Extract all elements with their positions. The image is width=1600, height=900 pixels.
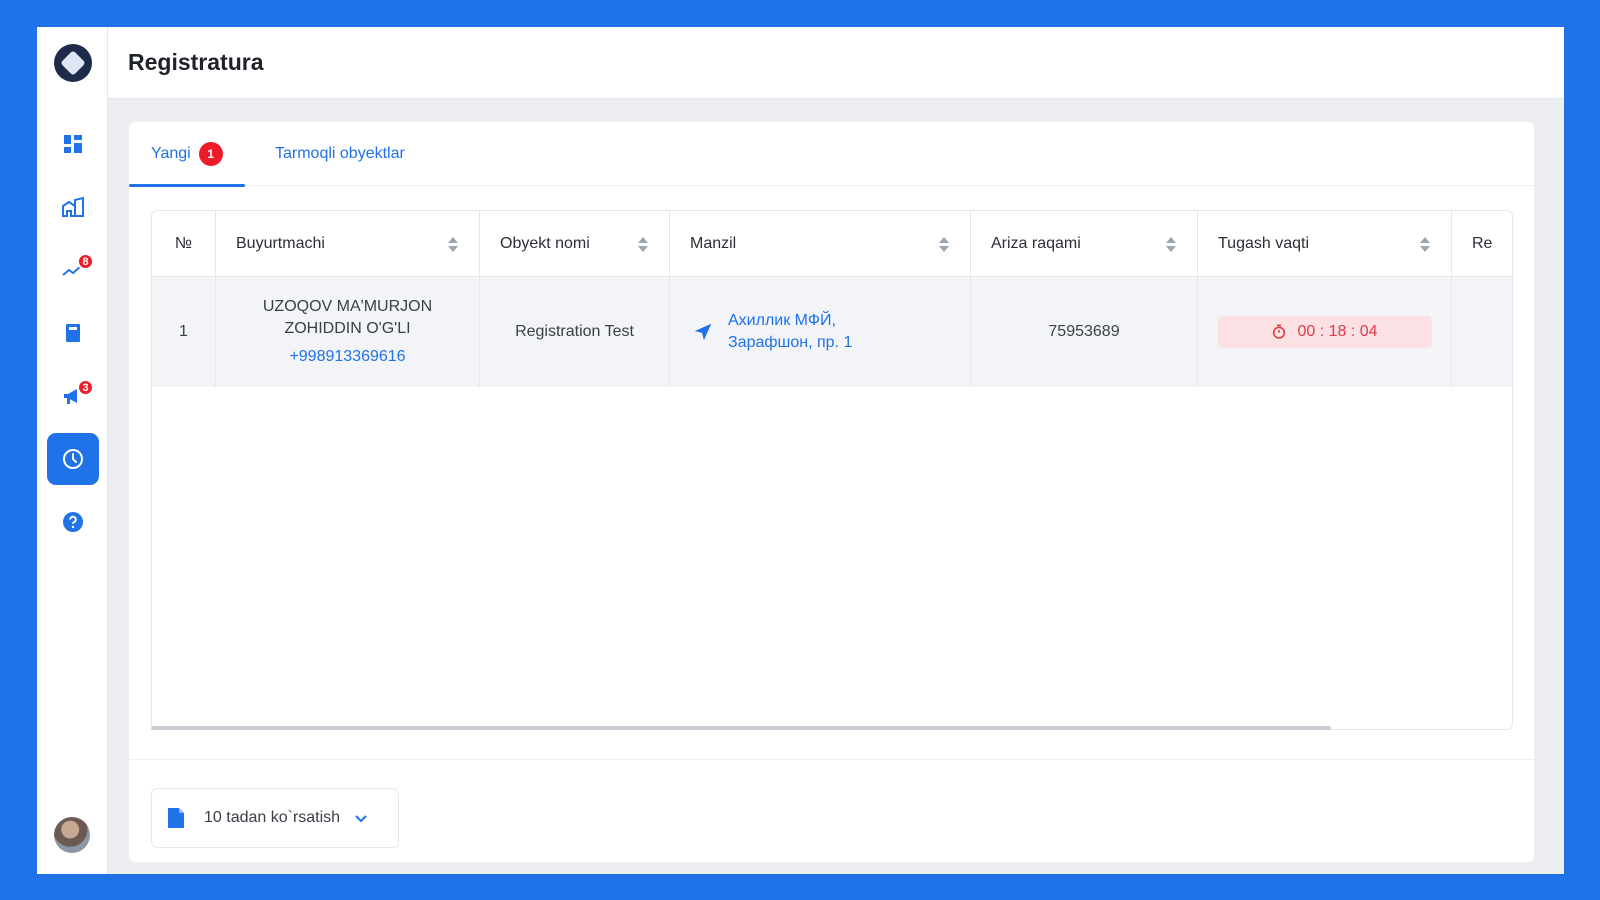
cell-truncated (1452, 277, 1512, 387)
countdown-timer: 00 : 18 : 04 (1217, 316, 1432, 348)
tab-label: Yangi (151, 145, 191, 162)
column-header-object-name[interactable]: Obyekt nomi (480, 211, 670, 277)
sort-icon[interactable] (1165, 236, 1177, 252)
app-logo[interactable] (54, 44, 92, 82)
buildings-icon (62, 196, 84, 217)
address-line1: Ахиллик МФЙ, (728, 312, 836, 329)
tab-label: Tarmoqli obyektlar (275, 145, 405, 162)
document-icon (168, 808, 184, 828)
tab-tarmoqli-obyektlar[interactable]: Tarmoqli obyektlar (275, 122, 405, 186)
tab-yangi[interactable]: Yangi 1 (129, 122, 245, 187)
column-label: Re (1472, 235, 1493, 252)
clock-icon (63, 449, 83, 469)
sidebar-item-buildings[interactable] (47, 181, 99, 233)
sidebar-badge: 8 (77, 253, 94, 270)
page-title: Registratura (128, 49, 264, 75)
customer-phone-link[interactable]: +998913369616 (289, 346, 405, 368)
footer-divider (129, 759, 1534, 760)
column-label: Buyurtmachi (236, 235, 325, 252)
chevron-down-icon (355, 815, 367, 823)
column-header-customer[interactable]: Buyurtmachi (216, 211, 480, 277)
page-size-label: 10 tadan ko`rsatish (204, 809, 341, 826)
app-window: 8 3 Registratura Yangi 1 Tarmoqli obyekt… (37, 27, 1564, 874)
column-label: Obyekt nomi (500, 235, 590, 252)
tab-bar: Yangi 1 Tarmoqli obyektlar (129, 122, 1534, 187)
cell-object-name: Registration Test (480, 277, 670, 387)
cell-address: Ахиллик МФЙ, Зарафшон, пр. 1 (670, 277, 971, 387)
table-row[interactable]: 1 UZOQOV MA'MURJON ZOHIDDIN O'G'LI +9989… (152, 277, 1512, 387)
sort-icon[interactable] (1419, 236, 1431, 252)
cell-number: 1 (152, 277, 216, 387)
page-size-select[interactable]: 10 tadan ko`rsatish (151, 788, 399, 848)
cell-customer: UZOQOV MA'MURJON ZOHIDDIN O'G'LI +998913… (216, 277, 480, 387)
sort-icon[interactable] (938, 236, 950, 252)
user-avatar[interactable] (54, 817, 90, 853)
sidebar-item-help[interactable] (47, 496, 99, 548)
sort-icon[interactable] (447, 236, 459, 252)
column-header-number: № (152, 211, 216, 277)
stopwatch-icon (1273, 324, 1286, 339)
sidebar-badge: 3 (77, 379, 94, 396)
sort-icon[interactable] (637, 236, 649, 252)
dashboard-icon (64, 135, 82, 153)
customer-name-line2: ZOHIDDIN O'G'LI (284, 320, 411, 337)
sidebar-item-analytics[interactable]: 8 (47, 244, 99, 296)
navigation-arrow-icon[interactable] (692, 321, 714, 343)
address-line2: Зарафшон, пр. 1 (728, 334, 853, 351)
sidebar: 8 3 (37, 27, 108, 874)
sidebar-item-announcements[interactable]: 3 (47, 370, 99, 422)
data-table: № Buyurtmachi Obyekt nomi Manzil Ariza r… (151, 210, 1513, 730)
cell-application-number: 75953689 (971, 277, 1198, 387)
column-label: Manzil (690, 235, 737, 252)
content-card: Yangi 1 Tarmoqli obyektlar № Buyurtmachi… (129, 122, 1534, 862)
horizontal-scrollbar[interactable] (151, 726, 1331, 730)
column-label: № (174, 235, 193, 252)
customer-name-line1: UZOQOV MA'MURJON (262, 298, 433, 315)
sidebar-item-registratura[interactable] (47, 433, 99, 485)
sidebar-item-dashboard[interactable] (47, 118, 99, 170)
table-body: 1 UZOQOV MA'MURJON ZOHIDDIN O'G'LI +9989… (152, 277, 1512, 387)
column-header-deadline[interactable]: Tugash vaqti (1198, 211, 1452, 277)
column-header-truncated[interactable]: Re (1452, 211, 1512, 277)
column-header-application-number[interactable]: Ariza raqami (971, 211, 1198, 277)
cell-deadline: 00 : 18 : 04 (1198, 277, 1452, 387)
column-label: Tugash vaqti (1218, 235, 1310, 252)
tab-badge: 1 (198, 142, 223, 166)
address-link[interactable]: Ахиллик МФЙ, Зарафшон, пр. 1 (728, 310, 852, 354)
help-icon (63, 512, 83, 532)
book-icon (66, 324, 80, 342)
header: Registratura (108, 27, 1564, 99)
timer-value: 00 : 18 : 04 (1297, 323, 1378, 340)
column-header-address[interactable]: Manzil (670, 211, 971, 277)
column-label: Ariza raqami (991, 235, 1081, 252)
table-header: № Buyurtmachi Obyekt nomi Manzil Ariza r… (152, 211, 1512, 277)
sidebar-item-book[interactable] (47, 307, 99, 359)
